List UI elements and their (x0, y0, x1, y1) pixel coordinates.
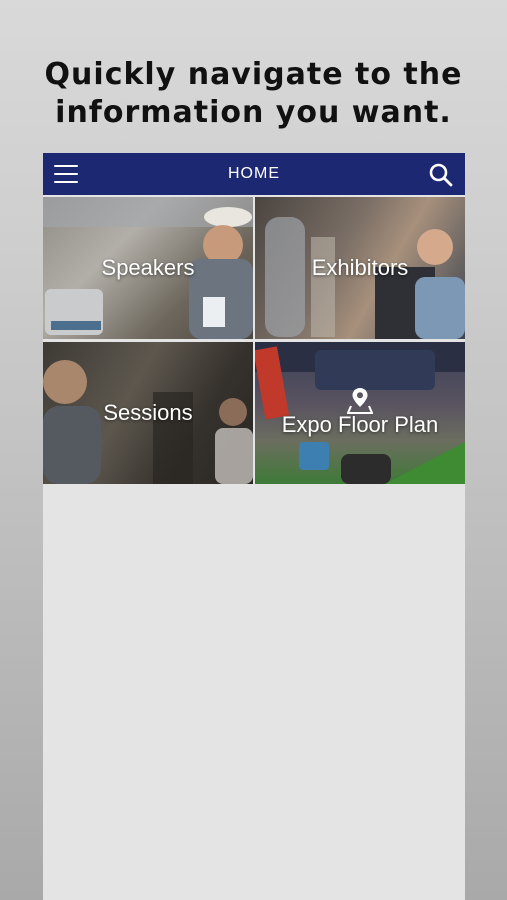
tile-label-sessions: Sessions (103, 400, 193, 425)
tile-exhibitors[interactable]: Exhibitors (255, 197, 465, 339)
search-icon[interactable] (428, 162, 454, 188)
tile-label-speakers: Speakers (101, 255, 195, 280)
page-title: HOME (228, 165, 280, 182)
map-pin-icon (347, 388, 373, 414)
tile-expo-floor-plan[interactable]: Expo Floor Plan (255, 342, 465, 484)
tile-label-exhibitors: Exhibitors (311, 255, 409, 280)
promo-headline: Quickly navigate to the information you … (0, 56, 507, 132)
tile-label-expo-floor-plan: Expo Floor Plan (281, 412, 439, 437)
tile-sessions[interactable]: Sessions (43, 342, 253, 484)
top-navbar: HOME (43, 153, 465, 195)
headline-line-2: information you want. (55, 95, 452, 130)
app-screen: HOME Speakers Exhibitors Sessions Expo F… (43, 153, 465, 900)
hamburger-menu-icon[interactable] (54, 164, 80, 184)
tile-speakers[interactable]: Speakers (43, 197, 253, 339)
headline-line-1: Quickly navigate to the (44, 57, 463, 92)
home-tile-grid: Speakers Exhibitors Sessions Expo Floor … (43, 197, 465, 484)
